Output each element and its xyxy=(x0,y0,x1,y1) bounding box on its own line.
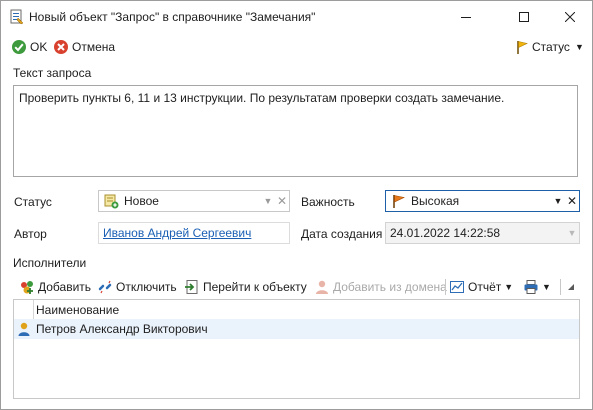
clear-icon[interactable]: ✕ xyxy=(565,194,579,208)
ok-label: OK xyxy=(30,40,48,54)
add-from-domain-button[interactable]: Добавить из домена xyxy=(314,276,447,298)
executor-name-cell: Петров Александр Викторович xyxy=(36,322,208,336)
ok-button[interactable]: OK xyxy=(11,38,47,56)
executors-label: Исполнители xyxy=(13,256,87,270)
toolbar-separator xyxy=(560,279,561,295)
unlink-icon xyxy=(98,280,112,294)
toolbar-overflow-button[interactable] xyxy=(568,276,574,298)
status-menu-button[interactable]: Статус ▼ xyxy=(515,38,584,56)
report-button[interactable]: Отчёт ▼ xyxy=(449,276,513,298)
report-label: Отчёт xyxy=(468,280,502,294)
add-executor-button[interactable]: Добавить xyxy=(19,276,91,298)
importance-field[interactable]: Высокая ▼ ✕ xyxy=(385,190,580,212)
created-date-value: 24.01.2022 14:22:58 xyxy=(390,226,501,240)
chevron-down-icon[interactable]: ▼ xyxy=(261,196,275,206)
cancel-label: Отмена xyxy=(72,40,116,54)
close-icon xyxy=(565,12,575,22)
cancel-icon xyxy=(54,40,68,54)
executors-grid: Наименование Петров Александр Викторович xyxy=(13,299,580,399)
status-value: Новое xyxy=(124,194,159,208)
status-new-icon xyxy=(104,194,119,209)
toolbar-separator xyxy=(445,279,446,295)
importance-value: Высокая xyxy=(411,194,460,208)
goto-object-button[interactable]: Перейти к объекту xyxy=(184,276,307,298)
print-button[interactable]: ▼ xyxy=(523,276,551,298)
minimize-button[interactable] xyxy=(448,1,484,33)
main-toolbar: OK Отмена Статус ▼ xyxy=(1,35,592,59)
request-text-field[interactable]: Проверить пункты 6, 11 и 13 инструкции. … xyxy=(13,85,578,177)
clear-icon[interactable]: ✕ xyxy=(275,194,289,208)
dialog-window: Новый объект "Запрос" в справочнике "Зам… xyxy=(0,0,593,410)
status-label: Статус xyxy=(14,195,52,209)
domain-user-icon xyxy=(316,280,328,294)
status-field[interactable]: Новое ▼ ✕ xyxy=(98,190,290,212)
chevron-down-icon: ▼ xyxy=(567,228,577,238)
created-date-label: Дата создания xyxy=(301,227,383,241)
status-menu-label: Статус xyxy=(532,40,570,54)
chevron-down-icon: ▼ xyxy=(574,42,584,52)
close-button[interactable] xyxy=(552,1,588,33)
chevron-down-icon: ▼ xyxy=(504,282,514,292)
chart-report-icon xyxy=(450,281,464,293)
add-from-domain-label: Добавить из домена xyxy=(333,280,447,294)
maximize-icon xyxy=(519,12,529,22)
importance-label: Важность xyxy=(301,195,355,209)
detach-executor-label: Отключить xyxy=(116,280,177,294)
add-user-icon xyxy=(21,281,33,294)
user-icon xyxy=(18,322,30,336)
chevron-down-icon[interactable]: ▼ xyxy=(551,196,565,206)
title-bar: Новый объект "Запрос" в справочнике "Зам… xyxy=(1,1,592,33)
window-title: Новый объект "Запрос" в справочнике "Зам… xyxy=(29,10,316,24)
author-label: Автор xyxy=(14,227,47,241)
checkmark-icon xyxy=(12,40,26,54)
row-indicator-header xyxy=(14,300,34,319)
table-row[interactable]: Петров Александр Викторович xyxy=(14,319,579,339)
executors-toolbar: Добавить Отключить Перейти к объекту Доб… xyxy=(13,276,580,298)
overflow-corner-icon xyxy=(568,284,574,290)
printer-icon xyxy=(524,280,538,294)
goto-object-label: Перейти к объекту xyxy=(203,280,307,294)
minimize-icon xyxy=(461,17,471,18)
chevron-down-icon: ▼ xyxy=(542,282,551,292)
maximize-button[interactable] xyxy=(506,1,542,33)
document-form-icon xyxy=(10,9,24,25)
add-executor-label: Добавить xyxy=(38,280,92,294)
author-link[interactable]: Иванов Андрей Сергеевич xyxy=(99,226,289,240)
flag-icon xyxy=(517,41,528,54)
request-text-label: Текст запроса xyxy=(13,66,92,80)
detach-executor-button[interactable]: Отключить xyxy=(97,276,177,298)
column-header-name[interactable]: Наименование xyxy=(36,303,119,317)
author-field[interactable]: Иванов Андрей Сергеевич xyxy=(98,222,290,244)
cancel-button[interactable]: Отмена xyxy=(53,38,115,56)
grid-header: Наименование xyxy=(14,300,579,320)
created-date-field: 24.01.2022 14:22:58 ▼ xyxy=(385,222,580,244)
goto-document-icon xyxy=(185,280,198,294)
flag-high-icon xyxy=(393,195,405,208)
